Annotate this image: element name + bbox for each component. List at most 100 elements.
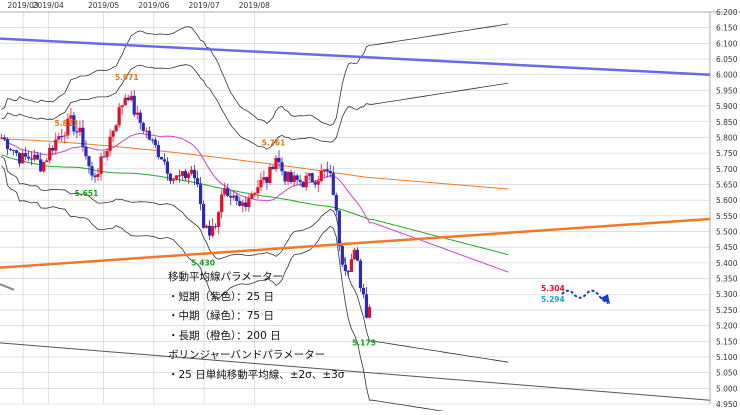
candle-body	[358, 260, 363, 289]
candle-body	[241, 202, 245, 206]
candle-body	[268, 166, 272, 183]
candle-body	[205, 225, 209, 228]
candle-body	[48, 147, 52, 161]
candle	[301, 181, 305, 188]
candle-body	[132, 95, 136, 115]
candle-body	[195, 178, 200, 185]
candle-body	[229, 195, 233, 198]
candle-body	[8, 149, 13, 151]
candle-body	[120, 105, 124, 108]
candle-body	[90, 166, 94, 176]
candle-body	[289, 172, 293, 183]
candle-body	[42, 161, 46, 172]
y-tick-label: 5.200	[716, 322, 738, 331]
price-label: 5.304	[541, 284, 565, 293]
candle-body	[84, 146, 88, 157]
chart-svg: 6.200 6.150 6.100 6.050 6.000 5.950 5.900 5.850…	[0, 0, 740, 415]
y-tick-label: 5.750	[716, 149, 738, 158]
candle-body	[310, 173, 314, 183]
annotation-label: 5.651	[75, 189, 99, 198]
candle-body	[295, 175, 299, 180]
candle-body	[208, 225, 212, 236]
candle-body	[168, 173, 173, 181]
annotation-label: 5.823	[54, 119, 78, 128]
x-tick-label: 2019/07	[189, 1, 220, 10]
candle	[310, 172, 314, 183]
candle-body	[159, 156, 163, 160]
candle-body	[14, 150, 19, 154]
candle-body	[138, 112, 142, 123]
candle-body	[364, 294, 369, 318]
y-tick-label: 4.950	[716, 400, 738, 409]
candle	[358, 258, 363, 292]
legend-line-medium: ・中期（緑色）：75 日	[168, 310, 274, 323]
candle-body	[352, 249, 357, 260]
annotation-label: 5.971	[115, 73, 139, 82]
y-tick-label: 6.000	[716, 71, 738, 80]
legend-line-bb-params: ・25 日単純移動平均線、±2σ、±3σ	[168, 368, 345, 381]
candle-body	[147, 130, 151, 140]
candle	[268, 164, 272, 185]
y-tick-label: 5.650	[716, 180, 738, 189]
x-tick-label: 2019/04	[33, 1, 64, 10]
candle-body	[141, 122, 145, 131]
candle-body	[135, 112, 139, 115]
chart-area: 6.200 6.150 6.100 6.050 6.000 5.950 5.900 5.850…	[0, 0, 740, 415]
candle-body	[322, 169, 326, 171]
candle-body	[301, 181, 305, 188]
candle-body	[63, 135, 67, 137]
y-tick-label: 5.450	[716, 243, 738, 252]
y-tick-label: 5.550	[716, 212, 738, 221]
x-tick-label: 2019/06	[138, 1, 169, 10]
candle-body	[340, 246, 344, 265]
annotation-label: 5.761	[262, 139, 286, 148]
candle-body	[96, 173, 100, 177]
candle-body	[244, 202, 248, 207]
candle-body	[367, 307, 372, 318]
y-tick-label: 5.800	[716, 133, 738, 142]
candle-body	[21, 153, 25, 164]
candle-body	[27, 156, 31, 159]
candle-body	[129, 95, 133, 101]
candle-body	[186, 173, 191, 179]
candle-body	[189, 169, 194, 174]
candle-body	[316, 181, 320, 185]
y-tick-label: 5.900	[716, 102, 738, 111]
candle-body	[171, 179, 176, 181]
candle-body	[2, 137, 7, 140]
candle-body	[33, 154, 37, 160]
candle-body	[156, 145, 160, 157]
candle-body	[256, 187, 260, 194]
candle-body	[75, 131, 79, 133]
candle-body	[361, 288, 366, 295]
candle-body	[198, 184, 203, 205]
candle-body	[30, 158, 34, 160]
chart-background	[0, 0, 740, 411]
y-tick-label: 5.050	[716, 369, 738, 378]
candle-body	[60, 136, 64, 138]
candle-body	[238, 200, 242, 206]
candle-body	[111, 131, 115, 137]
candle-body	[177, 175, 182, 177]
candle-body	[192, 169, 197, 179]
candle-body	[0, 137, 4, 139]
y-tick-label: 6.100	[716, 39, 738, 48]
candle-body	[105, 151, 109, 158]
candle-body	[18, 153, 22, 164]
candle-body	[5, 139, 10, 150]
legend-line-short: ・短期（紫色）：25 日	[168, 290, 274, 303]
y-tick-label: 5.300	[716, 290, 738, 299]
candle	[42, 161, 46, 173]
candle-body	[69, 115, 73, 119]
candle-body	[307, 173, 311, 176]
candle-body	[331, 173, 335, 195]
candle-body	[235, 195, 239, 201]
candle-body	[286, 172, 290, 182]
candle-body	[292, 175, 296, 183]
candle-body	[253, 193, 257, 195]
y-tick-label: 5.350	[716, 275, 738, 284]
candle-body	[162, 159, 166, 162]
y-tick-label: 5.250	[716, 306, 738, 315]
annotation-label: 5.175	[352, 338, 376, 347]
y-tick-label: 6.150	[716, 24, 738, 33]
